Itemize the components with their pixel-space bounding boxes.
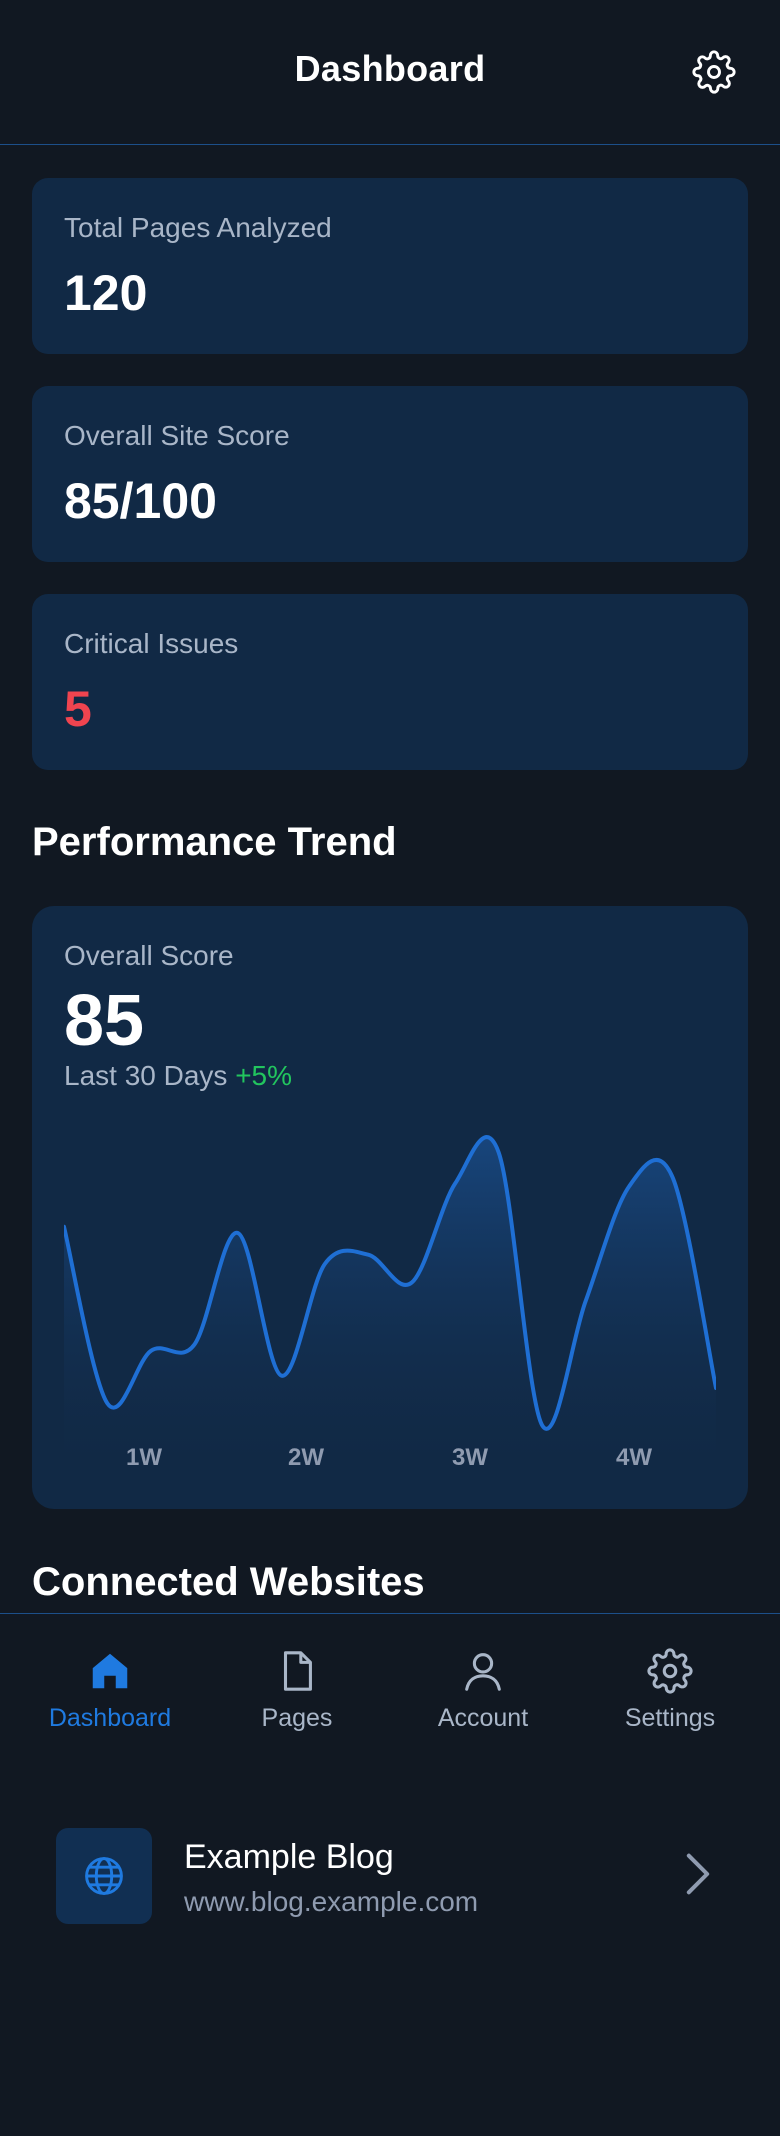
score-label: Overall Score bbox=[64, 940, 234, 971]
stat-value: 5 bbox=[64, 681, 92, 737]
overall-score: 85 bbox=[64, 981, 145, 1061]
file-icon bbox=[283, 1651, 312, 1691]
site-url: www.blog.example.com bbox=[184, 1886, 479, 1917]
website-row[interactable]: Example Blog www.blog.example.com bbox=[32, 1810, 748, 1940]
nav-label: Pages bbox=[261, 1704, 333, 1732]
x-tick: 3W bbox=[452, 1444, 488, 1471]
period-label: Last 30 Days bbox=[64, 1060, 228, 1091]
user-icon bbox=[465, 1653, 501, 1691]
stat-label: Critical Issues bbox=[64, 628, 239, 659]
stat-label: Total Pages Analyzed bbox=[64, 212, 332, 243]
delta-badge: +5% bbox=[235, 1060, 293, 1091]
chevron-right-icon bbox=[686, 1853, 710, 1895]
stat-card-total-pages: Total Pages Analyzed 120 bbox=[32, 178, 748, 354]
x-tick: 2W bbox=[288, 1444, 324, 1471]
connected-section-title: Connected Websites bbox=[32, 1560, 425, 1604]
site-name: Example Blog bbox=[184, 1838, 394, 1876]
performance-section-title: Performance Trend bbox=[32, 820, 397, 864]
stat-label: Overall Site Score bbox=[64, 420, 290, 451]
nav-label: Dashboard bbox=[48, 1704, 172, 1732]
nav-item-dashboard[interactable]: Dashboard bbox=[30, 1648, 190, 1733]
trend-area bbox=[64, 1137, 716, 1460]
globe-icon bbox=[85, 1857, 123, 1895]
stat-value: 120 bbox=[64, 265, 148, 321]
home-icon bbox=[92, 1653, 128, 1689]
period-text: Last 30 Days +5% bbox=[64, 1060, 292, 1092]
dashboard-screen: Dashboard Total Pages Analyzed 120 Overa… bbox=[0, 0, 780, 2136]
nav-label: Settings bbox=[624, 1704, 716, 1732]
performance-chart-card: Overall Score 85 Last 30 Days +5% 1W 2W … bbox=[32, 906, 748, 1509]
gear-icon bbox=[647, 1648, 693, 1694]
app-header: Dashboard bbox=[0, 0, 780, 145]
x-tick: 4W bbox=[616, 1444, 652, 1471]
nav-label: Account bbox=[437, 1704, 529, 1732]
stat-card-critical-issues: Critical Issues 5 bbox=[32, 594, 748, 770]
stat-card-site-score: Overall Site Score 85/100 bbox=[32, 386, 748, 562]
bottom-nav: Dashboard Pages Account Settings bbox=[0, 1613, 780, 1754]
stat-value: 85/100 bbox=[64, 473, 217, 529]
nav-item-pages[interactable]: Pages bbox=[217, 1648, 377, 1733]
page-title: Dashboard bbox=[294, 48, 486, 89]
nav-item-account[interactable]: Account bbox=[403, 1648, 563, 1733]
x-tick: 1W bbox=[126, 1444, 162, 1471]
gear-icon[interactable] bbox=[692, 50, 736, 94]
site-icon-box bbox=[56, 1828, 152, 1924]
nav-item-settings[interactable]: Settings bbox=[590, 1648, 750, 1733]
trend-chart bbox=[64, 1135, 716, 1460]
